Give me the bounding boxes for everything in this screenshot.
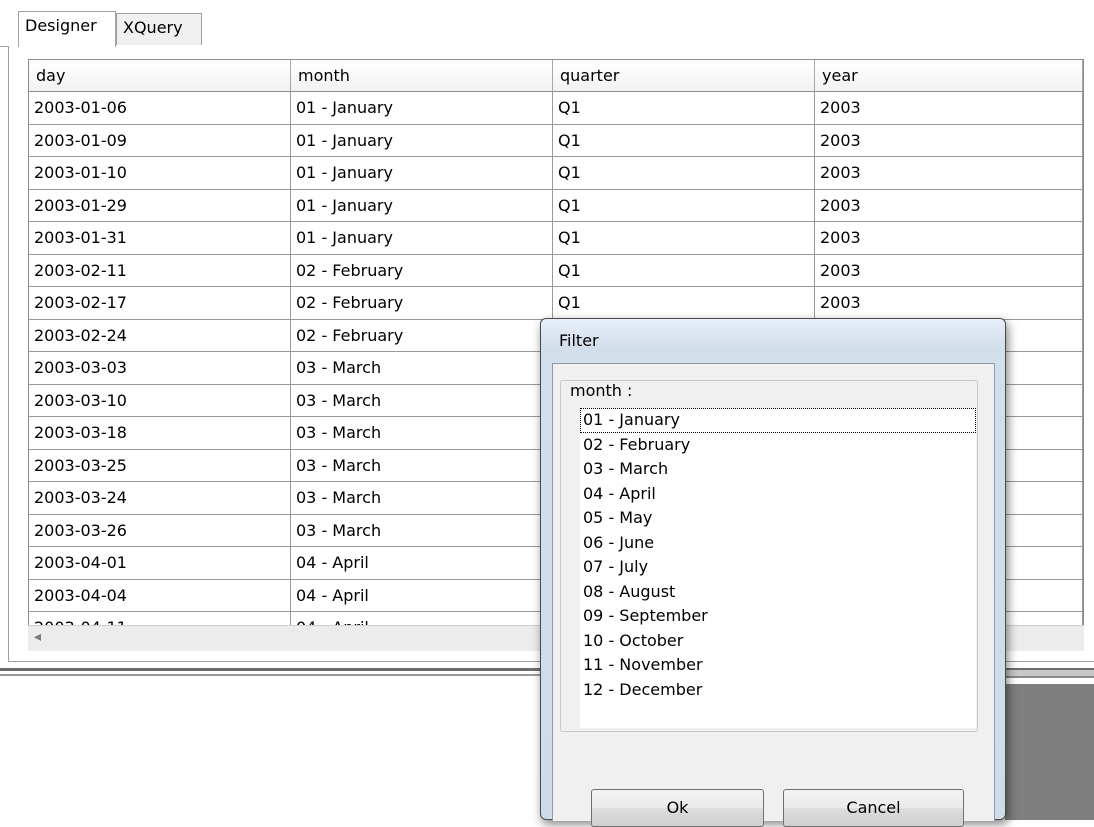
cell-year[interactable]: 2003: [815, 124, 1083, 157]
cell-day[interactable]: 2003-01-06: [29, 92, 291, 125]
cell-day[interactable]: 2003-01-29: [29, 189, 291, 222]
panel-bottom-edge: [0, 668, 550, 676]
cell-month[interactable]: 03 - March: [291, 352, 553, 385]
cell-month[interactable]: 01 - January: [291, 92, 553, 125]
table-row[interactable]: 2003-01-10 01 - January Q1 2003: [29, 157, 1083, 190]
filter-dialog: Filter month : 01 - January 02 - February…: [540, 318, 1006, 827]
list-item[interactable]: 04 - April: [580, 482, 976, 507]
cell-quarter[interactable]: Q1: [553, 189, 815, 222]
cell-day[interactable]: 2003-03-03: [29, 352, 291, 385]
dialog-title: Filter: [559, 331, 599, 350]
list-item[interactable]: 09 - September: [580, 604, 976, 629]
tab-strip: Designer XQuery: [0, 0, 1094, 48]
cell-quarter[interactable]: Q1: [553, 157, 815, 190]
cell-month[interactable]: 02 - February: [291, 319, 553, 352]
cell-month[interactable]: 01 - January: [291, 189, 553, 222]
cancel-button[interactable]: Cancel: [783, 789, 964, 827]
cell-day[interactable]: 2003-04-04: [29, 579, 291, 612]
column-header-month[interactable]: month: [291, 60, 553, 92]
list-item[interactable]: 07 - July: [580, 555, 976, 580]
table-row[interactable]: 2003-02-11 02 - February Q1 2003: [29, 254, 1083, 287]
cell-day[interactable]: 2003-01-31: [29, 222, 291, 255]
cell-month[interactable]: 03 - March: [291, 417, 553, 450]
cell-day[interactable]: 2003-03-26: [29, 514, 291, 547]
table-row[interactable]: 2003-01-09 01 - January Q1 2003: [29, 124, 1083, 157]
cell-month[interactable]: 02 - February: [291, 287, 553, 320]
background-area: [1005, 684, 1094, 820]
cell-day[interactable]: 2003-02-17: [29, 287, 291, 320]
cell-quarter[interactable]: Q1: [553, 222, 815, 255]
scroll-left-arrow-icon[interactable]: ◂: [34, 629, 41, 645]
filter-field-label: month :: [570, 381, 633, 400]
table-row[interactable]: 2003-01-31 01 - January Q1 2003: [29, 222, 1083, 255]
table-row[interactable]: 2003-01-06 01 - January Q1 2003: [29, 92, 1083, 125]
column-header-year[interactable]: year: [815, 60, 1083, 92]
cell-year[interactable]: 2003: [815, 189, 1083, 222]
cell-day[interactable]: 2003-04-11: [29, 612, 291, 625]
cell-month[interactable]: 03 - March: [291, 384, 553, 417]
cell-day[interactable]: 2003-02-11: [29, 254, 291, 287]
list-item[interactable]: 10 - October: [580, 629, 976, 654]
list-item[interactable]: 12 - December: [580, 678, 976, 703]
cell-day[interactable]: 2003-03-18: [29, 417, 291, 450]
cell-day[interactable]: 2003-02-24: [29, 319, 291, 352]
list-item[interactable]: 02 - February: [580, 433, 976, 458]
month-listbox[interactable]: 01 - January 02 - February 03 - March 04 - …: [580, 408, 976, 728]
cell-year[interactable]: 2003: [815, 222, 1083, 255]
list-item[interactable]: 05 - May: [580, 506, 976, 531]
cell-day[interactable]: 2003-03-24: [29, 482, 291, 515]
cell-day[interactable]: 2003-01-09: [29, 124, 291, 157]
list-item[interactable]: 01 - January: [580, 408, 976, 433]
cell-month[interactable]: 03 - March: [291, 514, 553, 547]
background-edge: [1005, 668, 1094, 678]
cell-year[interactable]: 2003: [815, 287, 1083, 320]
cell-day[interactable]: 2003-04-01: [29, 547, 291, 580]
cell-year[interactable]: 2003: [815, 157, 1083, 190]
cell-month[interactable]: 04 - April: [291, 579, 553, 612]
ok-button[interactable]: Ok: [591, 789, 764, 827]
tab-xquery[interactable]: XQuery: [116, 13, 202, 45]
cell-month[interactable]: 03 - March: [291, 482, 553, 515]
cell-month[interactable]: 01 - January: [291, 222, 553, 255]
list-item[interactable]: 06 - June: [580, 531, 976, 556]
column-header-day[interactable]: day: [29, 60, 291, 92]
cell-month[interactable]: 04 - April: [291, 612, 553, 625]
cell-month[interactable]: 03 - March: [291, 449, 553, 482]
cell-quarter[interactable]: Q1: [553, 124, 815, 157]
cell-quarter[interactable]: Q1: [553, 92, 815, 125]
cell-month[interactable]: 01 - January: [291, 157, 553, 190]
cell-year[interactable]: 2003: [815, 254, 1083, 287]
list-item[interactable]: 03 - March: [580, 457, 976, 482]
cell-day[interactable]: 2003-03-10: [29, 384, 291, 417]
cell-month[interactable]: 01 - January: [291, 124, 553, 157]
list-item[interactable]: 08 - August: [580, 580, 976, 605]
column-header-quarter[interactable]: quarter: [553, 60, 815, 92]
cell-month[interactable]: 02 - February: [291, 254, 553, 287]
cell-day[interactable]: 2003-03-25: [29, 449, 291, 482]
grid-header: day month quarter year: [29, 60, 1083, 92]
table-row[interactable]: 2003-01-29 01 - January Q1 2003: [29, 189, 1083, 222]
cell-year[interactable]: 2003: [815, 92, 1083, 125]
table-row[interactable]: 2003-02-17 02 - February Q1 2003: [29, 287, 1083, 320]
cell-quarter[interactable]: Q1: [553, 254, 815, 287]
cell-quarter[interactable]: Q1: [553, 287, 815, 320]
tab-designer[interactable]: Designer: [18, 11, 116, 47]
cell-day[interactable]: 2003-01-10: [29, 157, 291, 190]
cell-month[interactable]: 04 - April: [291, 547, 553, 580]
list-item[interactable]: 11 - November: [580, 653, 976, 678]
dialog-body: month : 01 - January 02 - February 03 - Ma…: [552, 363, 995, 827]
